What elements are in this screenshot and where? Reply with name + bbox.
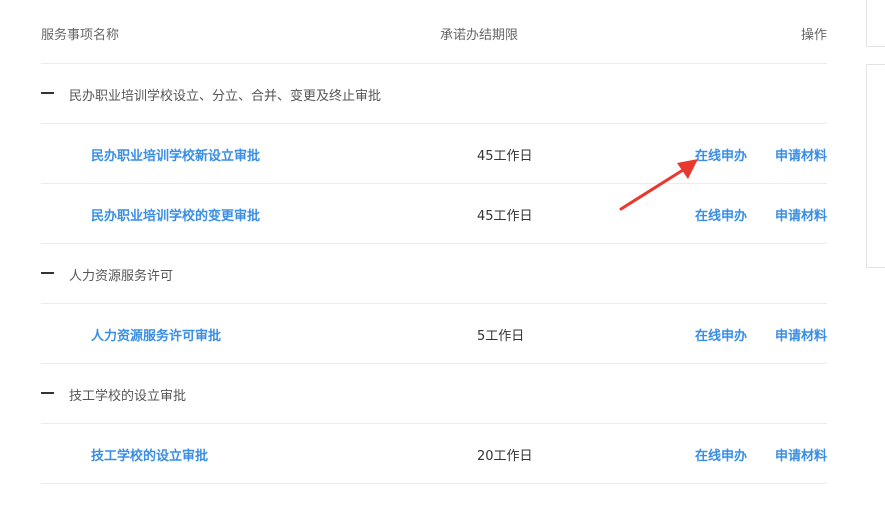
item-name-link[interactable]: 技工学校的设立审批 <box>91 445 208 464</box>
collapse-icon[interactable] <box>41 92 54 94</box>
apply-online-link[interactable]: 在线申办 <box>695 325 747 344</box>
apply-online-link[interactable]: 在线申办 <box>695 145 747 164</box>
item-name-link[interactable]: 民办职业培训学校新设立审批 <box>91 145 260 164</box>
group-title: 技工学校的设立审批 <box>69 389 187 404</box>
side-panel <box>866 0 885 47</box>
table-row: 技工学校的设立审批 20工作日 在线申办 申请材料 <box>41 424 827 484</box>
apply-online-link[interactable]: 在线申办 <box>695 445 747 464</box>
side-panel <box>866 64 885 268</box>
group-row[interactable]: 人力资源服务许可 <box>41 244 827 304</box>
materials-link[interactable]: 申请材料 <box>775 205 827 224</box>
item-limit: 5工作日 <box>477 329 525 344</box>
group-row[interactable]: 技工学校的设立审批 <box>41 364 827 424</box>
item-limit: 45工作日 <box>477 209 533 224</box>
materials-link[interactable]: 申请材料 <box>775 325 827 344</box>
table-row: 民办职业培训学校新设立审批 45工作日 在线申办 申请材料 <box>41 124 827 184</box>
header-limit: 承诺办结期限 <box>440 28 519 43</box>
item-limit: 45工作日 <box>477 149 533 164</box>
collapse-icon[interactable] <box>41 392 54 394</box>
item-name-link[interactable]: 民办职业培训学校的变更审批 <box>91 205 260 224</box>
service-table: 服务事项名称 承诺办结期限 操作 民办职业培训学校设立、分立、合并、变更及终止审… <box>41 0 827 484</box>
group-title: 人力资源服务许可 <box>69 269 174 284</box>
table-row: 人力资源服务许可审批 5工作日 在线申办 申请材料 <box>41 304 827 364</box>
group-row[interactable]: 民办职业培训学校设立、分立、合并、变更及终止审批 <box>41 64 827 124</box>
apply-online-link[interactable]: 在线申办 <box>695 205 747 224</box>
item-name-link[interactable]: 人力资源服务许可审批 <box>91 325 221 344</box>
header-operation: 操作 <box>800 28 827 43</box>
collapse-icon[interactable] <box>41 272 54 274</box>
item-limit: 20工作日 <box>477 449 533 464</box>
materials-link[interactable]: 申请材料 <box>775 145 827 164</box>
header-name: 服务事项名称 <box>41 28 120 43</box>
table-row: 民办职业培训学校的变更审批 45工作日 在线申办 申请材料 <box>41 184 827 244</box>
group-title: 民办职业培训学校设立、分立、合并、变更及终止审批 <box>69 89 382 104</box>
materials-link[interactable]: 申请材料 <box>775 445 827 464</box>
table-header: 服务事项名称 承诺办结期限 操作 <box>41 0 827 64</box>
